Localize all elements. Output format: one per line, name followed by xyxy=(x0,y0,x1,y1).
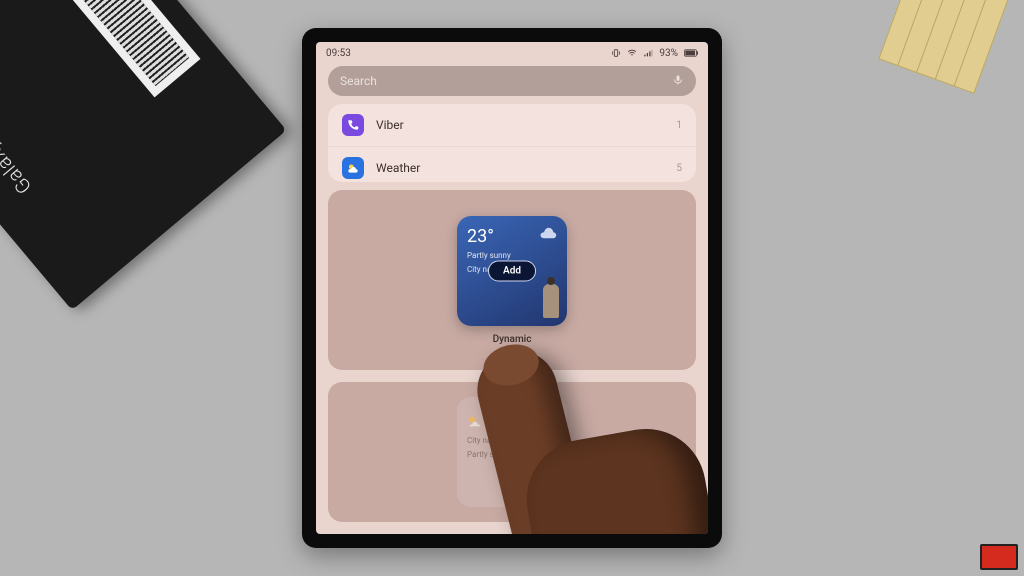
screen: 09:53 93% Search xyxy=(316,42,708,534)
weather-widget-dynamic[interactable]: 23° Partly sunny City name Add xyxy=(457,216,567,326)
barcode xyxy=(26,0,201,97)
widget-picker-content: Viber 1 Weather 5 23° xyxy=(316,104,708,534)
search-bar[interactable]: Search xyxy=(328,66,696,96)
search-placeholder: Search xyxy=(340,74,377,88)
cloud-icon xyxy=(539,226,557,242)
viber-icon xyxy=(342,114,364,136)
status-bar: 09:53 93% xyxy=(316,42,708,64)
weather-icon xyxy=(342,157,364,179)
product-box: Galaxy Z Fold6 xyxy=(0,0,287,310)
battery-icon xyxy=(684,48,698,58)
widget-count: 1 xyxy=(676,120,682,131)
channel-badge xyxy=(980,544,1018,570)
wooden-sticks xyxy=(878,0,1024,114)
person-illustration xyxy=(543,284,559,318)
widget2-condition: Partly sunny xyxy=(467,450,557,460)
app-row-label: Weather xyxy=(376,161,420,175)
widget2-city: City name xyxy=(467,436,557,446)
mic-icon[interactable] xyxy=(672,74,684,89)
vibrate-icon xyxy=(611,48,621,58)
add-button[interactable]: Add xyxy=(488,260,536,281)
weather-widget-2[interactable]: 23° City name Partly sunny xyxy=(457,397,567,507)
widget-preview-panel-next[interactable]: 23° City name Partly sunny xyxy=(328,382,696,522)
product-box-label: Galaxy Z Fold6 xyxy=(0,79,36,199)
widget2-temperature: 23° xyxy=(489,411,516,432)
widget-count: 5 xyxy=(676,163,682,174)
widget-preview-panel[interactable]: 23° Partly sunny City name Add Dynamic xyxy=(328,190,696,370)
app-row-viber[interactable]: Viber 1 xyxy=(328,104,696,146)
tablet-frame: 09:53 93% Search xyxy=(302,28,722,548)
app-row-weather[interactable]: Weather 5 xyxy=(328,146,696,182)
app-list: Viber 1 Weather 5 xyxy=(328,104,696,182)
sun-cloud-icon xyxy=(467,414,483,430)
wifi-icon xyxy=(627,48,637,58)
signal-icon xyxy=(643,48,653,58)
widget-label: Dynamic xyxy=(493,334,532,345)
battery-text: 93% xyxy=(659,48,678,59)
app-row-label: Viber xyxy=(376,118,404,132)
status-time: 09:53 xyxy=(326,48,351,59)
